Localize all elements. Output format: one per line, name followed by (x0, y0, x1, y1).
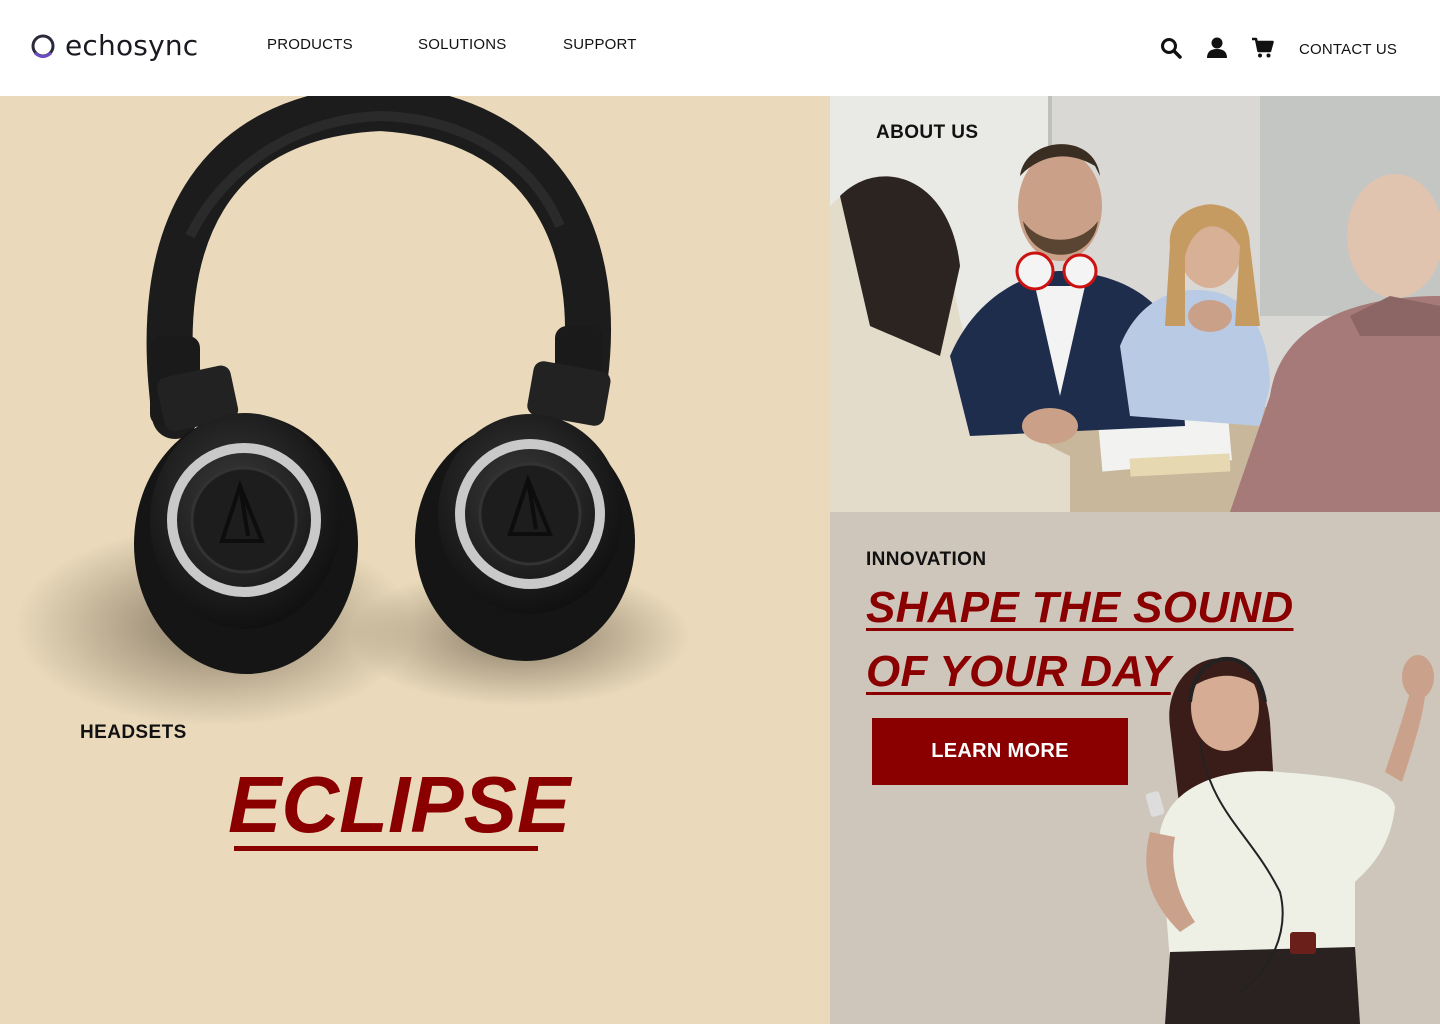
innovation-panel: INNOVATION SHAPE THE SOUND OF YOUR DAY L… (830, 512, 1440, 1024)
innovation-label: INNOVATION (866, 549, 987, 570)
headline-line-1: SHAPE THE SOUND (866, 583, 1294, 632)
category-label: HEADSETS (80, 722, 187, 743)
nav-products[interactable]: PRODUCTS (267, 36, 353, 53)
nav-solutions[interactable]: SOLUTIONS (418, 36, 506, 53)
nav-support[interactable]: SUPPORT (563, 36, 637, 53)
team-meeting-photo (830, 96, 1440, 512)
brand-logo[interactable]: echosync (30, 30, 198, 62)
brand-name: echosync (65, 29, 199, 62)
learn-more-button[interactable]: LEARN MORE (872, 718, 1128, 785)
contact-us-link[interactable]: CONTACT US (1299, 41, 1397, 58)
headphones-image (15, 96, 690, 726)
headline-line-2: OF YOUR DAY (866, 647, 1171, 696)
about-us-label[interactable]: ABOUT US (876, 122, 978, 144)
echosync-logo-icon (31, 34, 55, 58)
product-name-underline (234, 846, 538, 851)
product-name[interactable]: ECLIPSE (228, 760, 570, 850)
hero-panel: HEADSETS ECLIPSE (0, 96, 830, 1024)
user-icon[interactable] (1205, 36, 1229, 60)
cart-icon[interactable] (1251, 36, 1275, 60)
about-us-panel[interactable]: ABOUT US (830, 96, 1440, 512)
site-header: echosync PRODUCTS SOLUTIONS SUPPORT CONT… (0, 0, 1440, 96)
search-icon[interactable] (1159, 36, 1183, 60)
innovation-headline[interactable]: SHAPE THE SOUND OF YOUR DAY (866, 576, 1346, 704)
